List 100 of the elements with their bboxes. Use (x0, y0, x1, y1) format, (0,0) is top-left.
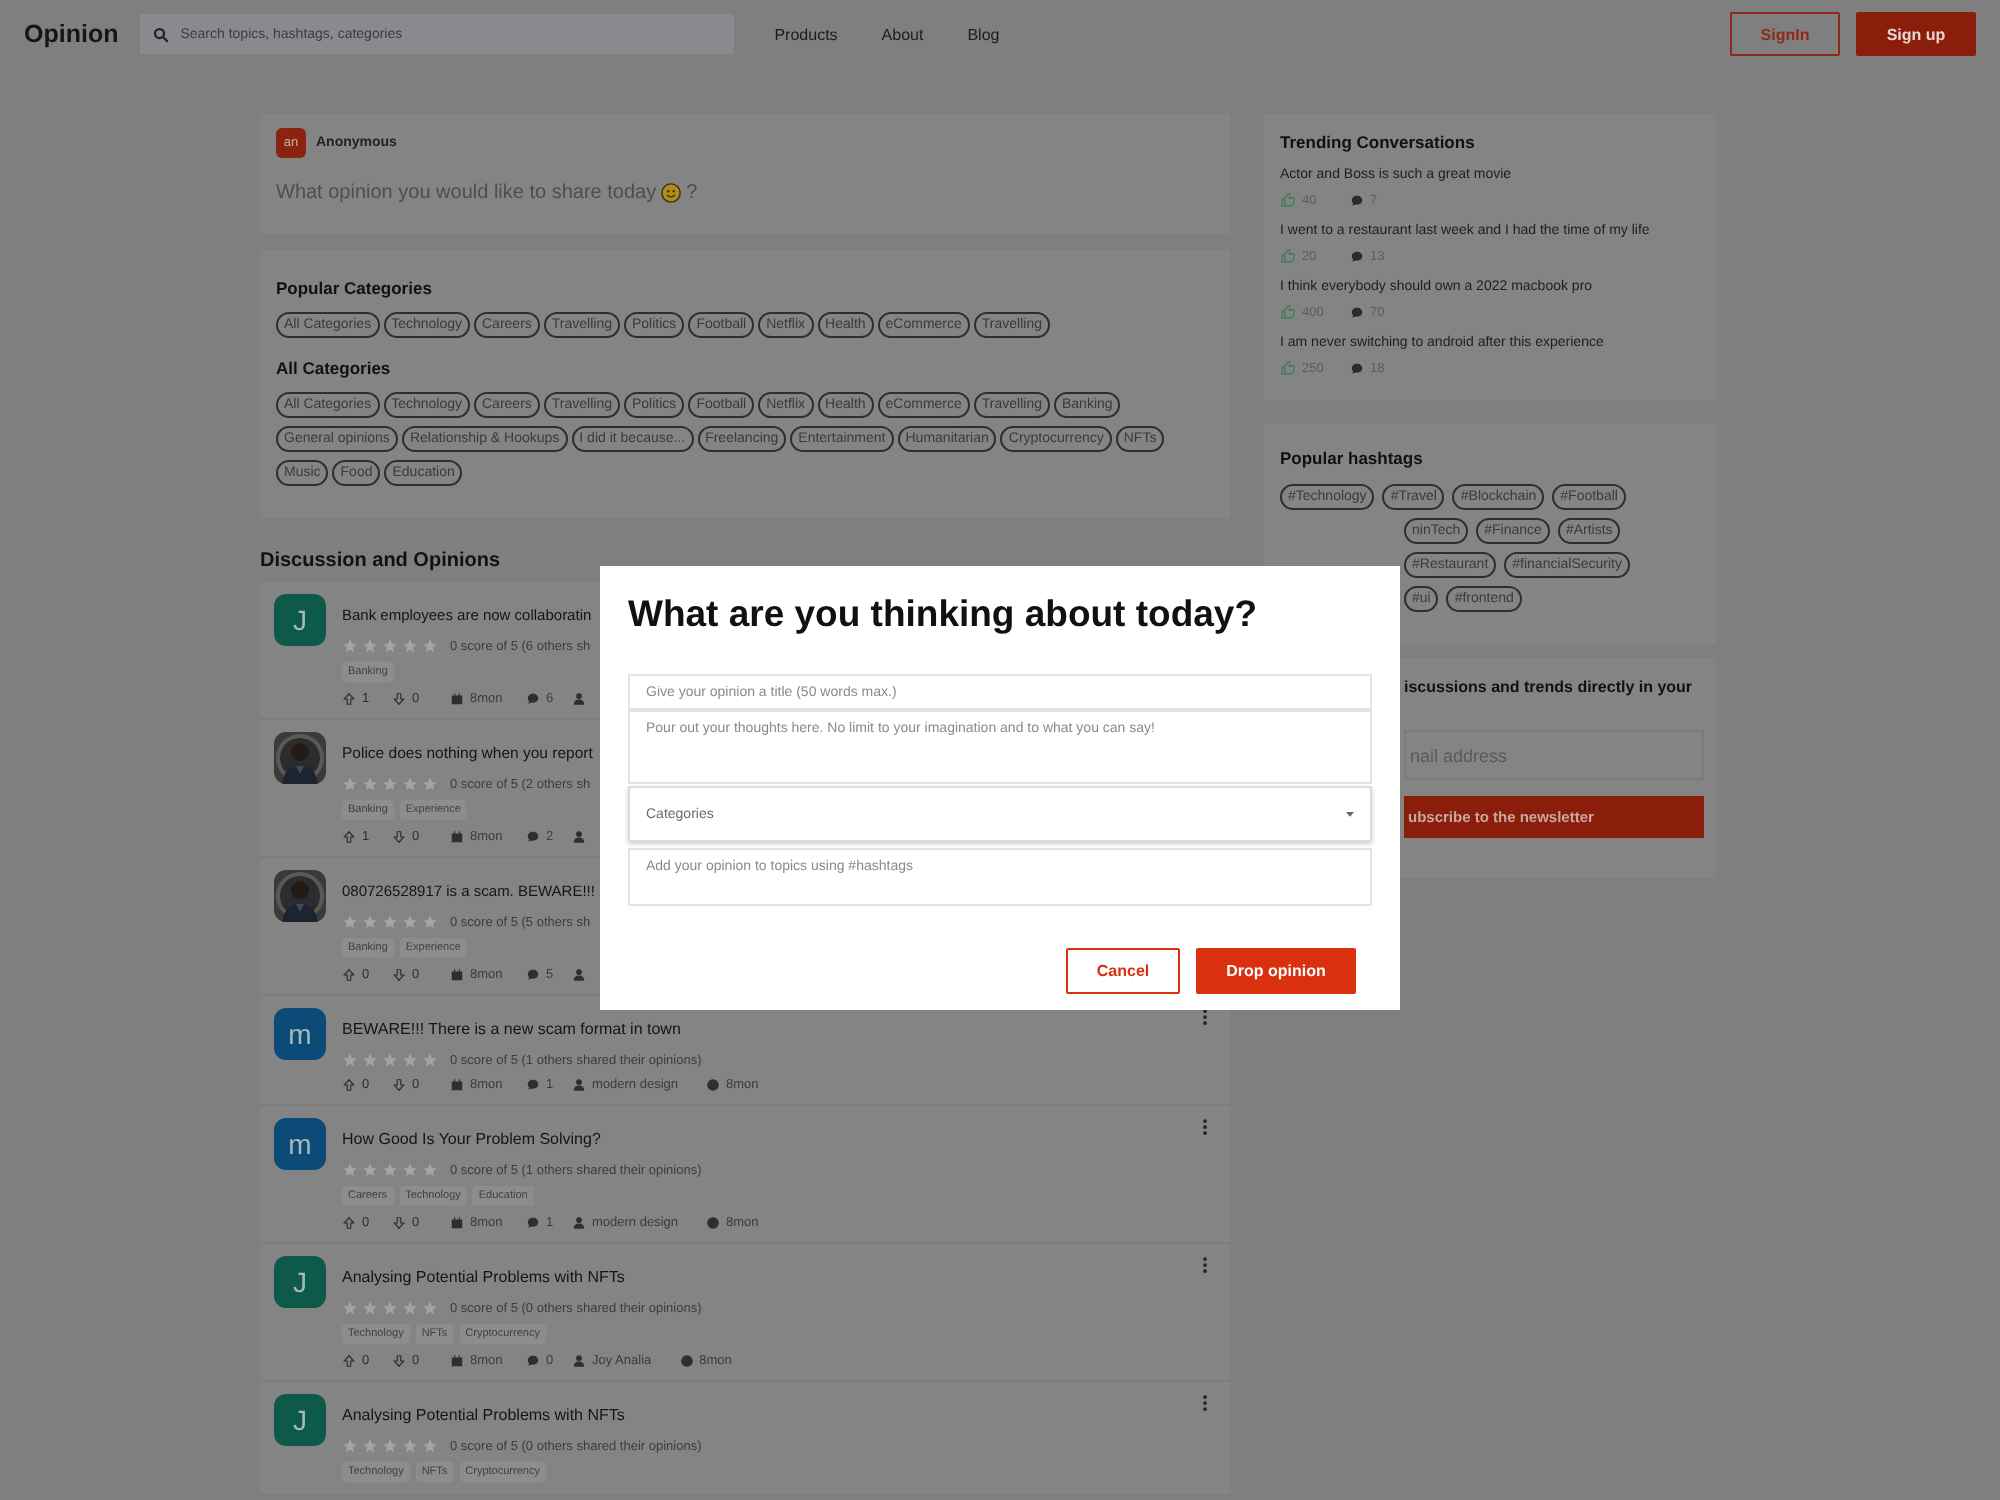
logo: Opinion (24, 20, 119, 48)
user-icon[interactable] (572, 830, 586, 844)
star-icon (402, 638, 418, 654)
star-icon (362, 914, 378, 930)
downvote-icon[interactable] (392, 1078, 406, 1092)
star-icon (402, 776, 418, 792)
star-icon (422, 1438, 438, 1454)
star-icon (402, 1162, 418, 1178)
star-icon (342, 1300, 358, 1316)
calendar-icon[interactable] (450, 1354, 464, 1368)
comment-icon[interactable] (526, 968, 540, 982)
star-icon (422, 776, 438, 792)
signin-button[interactable]: SignIn (1730, 12, 1840, 56)
section-title: Popular Categories (276, 278, 434, 298)
nav-link[interactable]: Products (774, 25, 838, 43)
star-icon (402, 1052, 418, 1068)
star-icon (342, 776, 358, 792)
star-icon (382, 638, 398, 654)
upvote-icon[interactable] (342, 968, 356, 982)
comment-icon[interactable] (526, 1354, 540, 1368)
avatar: J (274, 1394, 326, 1446)
upvote-icon[interactable] (342, 692, 356, 706)
star-icon (382, 1162, 398, 1178)
upvote-icon[interactable] (342, 1354, 356, 1368)
avatar: J (274, 594, 326, 646)
downvote-icon[interactable] (392, 692, 406, 706)
user-icon[interactable] (572, 968, 586, 982)
comment-icon[interactable] (526, 1078, 540, 1092)
star-icon (362, 1300, 378, 1316)
comment-icon[interactable] (526, 1216, 540, 1230)
section-title: Popular hashtags (1280, 448, 1425, 468)
avatar: m (274, 1008, 326, 1060)
star-icon (422, 914, 438, 930)
star-icon (402, 1300, 418, 1316)
star-icon (382, 1438, 398, 1454)
star-icon (342, 1162, 358, 1178)
star-icon (422, 1162, 438, 1178)
upvote-icon[interactable] (342, 1078, 356, 1092)
thumbs-up-icon (1280, 248, 1296, 264)
post-title[interactable]: BEWARE!!! There is a new scam format in town (342, 1020, 681, 1038)
star-icon (362, 1052, 378, 1068)
star-icon (362, 776, 378, 792)
star-icon (402, 914, 418, 930)
dialog-title: What are you thinking about today? (628, 592, 1259, 636)
user-icon[interactable] (572, 1354, 586, 1368)
upvote-icon[interactable] (342, 830, 356, 844)
star-icon (342, 638, 358, 654)
downvote-icon[interactable] (392, 830, 406, 844)
smiley-icon (660, 182, 683, 204)
star-icon (362, 1438, 378, 1454)
post-title[interactable]: How Good Is Your Problem Solving? (342, 1130, 601, 1148)
star-icon (362, 638, 378, 654)
user-icon[interactable] (572, 1216, 586, 1230)
avatar: m (274, 1118, 326, 1170)
star-icon (342, 914, 358, 930)
calendar-icon[interactable] (450, 1216, 464, 1230)
calendar-icon[interactable] (450, 968, 464, 982)
upvote-icon[interactable] (342, 1216, 356, 1230)
clock-icon[interactable] (706, 1216, 720, 1230)
nav-link[interactable]: About (881, 25, 924, 43)
thumbs-up-icon (1280, 360, 1296, 376)
section-title: All Categories (276, 358, 393, 378)
section-title: Discussion and Opinions (260, 550, 501, 572)
thumbs-up-icon (1280, 192, 1296, 208)
clock-icon[interactable] (706, 1078, 720, 1092)
calendar-icon[interactable] (450, 830, 464, 844)
nav-link[interactable]: Blog (967, 25, 1000, 43)
user-icon[interactable] (572, 1078, 586, 1092)
downvote-icon[interactable] (392, 968, 406, 982)
comment-icon[interactable] (526, 830, 540, 844)
star-icon (422, 1300, 438, 1316)
star-icon (362, 1162, 378, 1178)
user-icon[interactable] (572, 692, 586, 706)
drop-opinion-button[interactable]: Drop opinion (1196, 948, 1356, 994)
calendar-icon[interactable] (450, 1078, 464, 1092)
star-icon (342, 1052, 358, 1068)
search-icon (152, 26, 171, 44)
calendar-icon[interactable] (450, 692, 464, 706)
comment-icon[interactable] (526, 692, 540, 706)
star-icon (382, 1300, 398, 1316)
star-icon (382, 776, 398, 792)
thumbs-up-icon (1280, 304, 1296, 320)
cancel-button[interactable]: Cancel (1066, 948, 1180, 994)
star-icon (422, 638, 438, 654)
comment-icon (1350, 305, 1364, 319)
comment-icon (1350, 193, 1364, 207)
downvote-icon[interactable] (392, 1216, 406, 1230)
star-icon (402, 1438, 418, 1454)
newsletter-heading: iscussions and trends directly in your (1404, 678, 1695, 696)
clock-icon[interactable] (679, 1354, 694, 1368)
post-title[interactable]: Analysing Potential Problems with NFTs (342, 1268, 625, 1286)
section-title: Trending Conversations (1280, 132, 1477, 152)
signup-button[interactable]: Sign up (1856, 12, 1976, 56)
comment-icon (1350, 361, 1364, 375)
avatar: J (274, 1256, 326, 1308)
post-title[interactable]: Analysing Potential Problems with NFTs (342, 1406, 625, 1424)
star-icon (342, 1438, 358, 1454)
composer-prompt: ? (686, 182, 698, 204)
caret-icon (1342, 806, 1358, 822)
downvote-icon[interactable] (392, 1354, 406, 1368)
